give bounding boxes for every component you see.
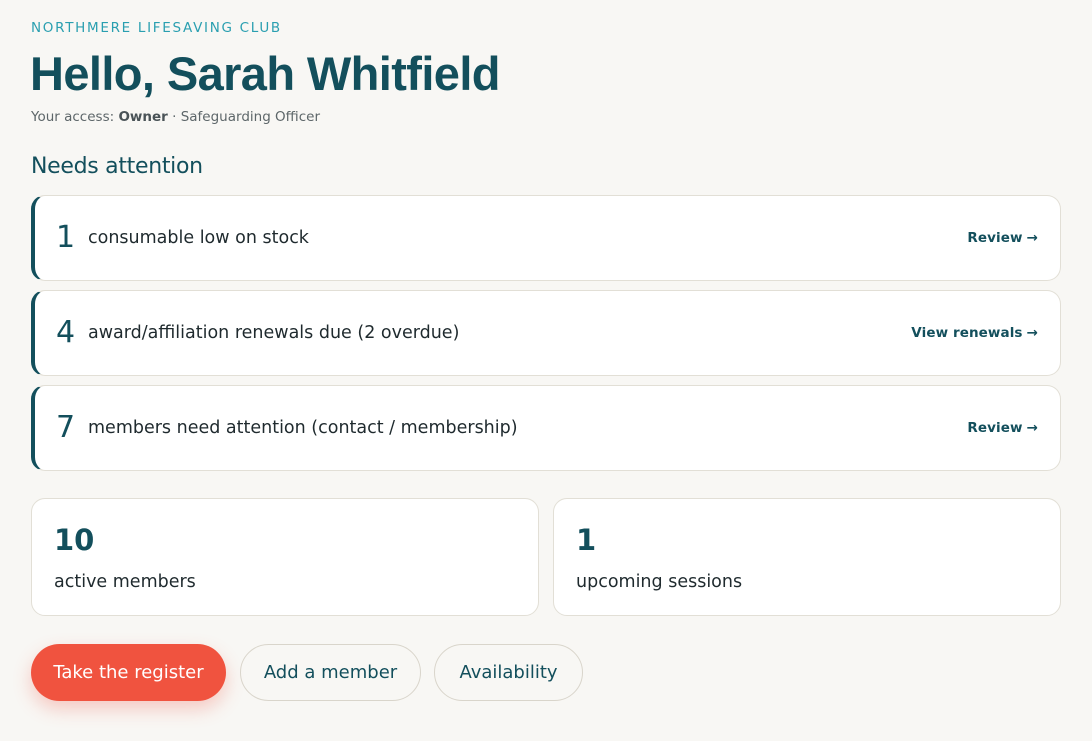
alert-card-renewals: 4 award/affiliation renewals due (2 over…	[31, 290, 1061, 376]
needs-attention-title: Needs attention	[31, 154, 203, 179]
stat-card-upcoming-sessions: 1 upcoming sessions	[553, 498, 1061, 616]
availability-button[interactable]: Availability	[434, 644, 583, 701]
alert-card-low-stock: 1 consumable low on stock Review →	[31, 195, 1061, 281]
view-renewals-link[interactable]: View renewals →	[911, 325, 1038, 341]
alert-count: 1	[56, 219, 76, 255]
alert-count: 7	[56, 409, 76, 445]
access-prefix: Your access:	[31, 109, 119, 125]
stat-label: active members	[54, 572, 196, 592]
action-label: Review	[967, 230, 1023, 246]
alert-text: members need attention (contact / member…	[88, 418, 518, 438]
stat-value: 10	[54, 523, 95, 557]
review-stock-link[interactable]: Review →	[967, 230, 1038, 246]
arrow-right-icon: →	[1026, 230, 1038, 246]
action-label: Review	[967, 420, 1023, 436]
access-role: Owner	[118, 109, 168, 125]
arrow-right-icon: →	[1026, 325, 1038, 341]
access-line: Your access: Owner · Safeguarding Office…	[31, 109, 320, 125]
access-suffix: · Safeguarding Officer	[167, 109, 321, 125]
stat-value: 1	[576, 523, 597, 557]
alert-count: 4	[56, 314, 76, 350]
alert-text: consumable low on stock	[88, 228, 309, 248]
arrow-right-icon: →	[1026, 420, 1038, 436]
stat-label: upcoming sessions	[576, 572, 743, 592]
page-title: Hello, Sarah Whitfield	[30, 47, 501, 100]
review-members-link[interactable]: Review →	[967, 420, 1038, 436]
alert-text: award/affiliation renewals due (2 overdu…	[88, 323, 460, 343]
add-member-button[interactable]: Add a member	[240, 644, 421, 701]
club-name: NORTHMERE LIFESAVING CLUB	[31, 20, 282, 36]
take-register-button[interactable]: Take the register	[31, 644, 226, 701]
alert-card-members: 7 members need attention (contact / memb…	[31, 385, 1061, 471]
dashboard-page: NORTHMERE LIFESAVING CLUB Hello, Sarah W…	[0, 0, 1092, 741]
action-label: View renewals	[911, 325, 1023, 341]
stat-card-active-members: 10 active members	[31, 498, 539, 616]
